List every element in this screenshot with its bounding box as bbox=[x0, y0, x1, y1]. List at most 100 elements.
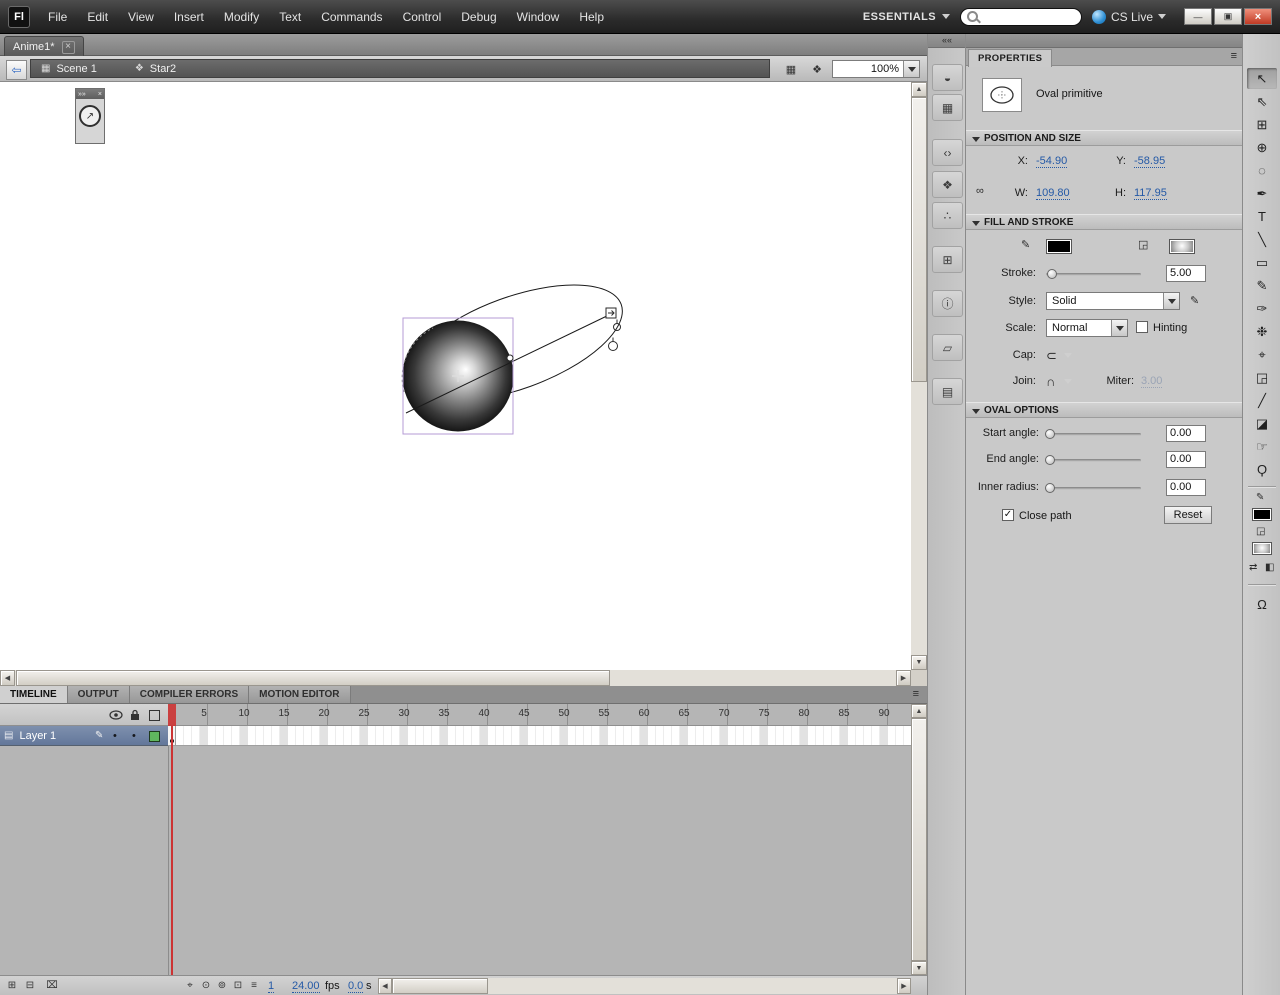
timeline-horizontal-scrollbar[interactable]: ◀ ▶ bbox=[378, 978, 911, 994]
menu-help[interactable]: Help bbox=[569, 0, 614, 34]
chevron-down-icon[interactable] bbox=[1064, 379, 1072, 384]
edit-scene-button[interactable]: ▦ bbox=[780, 60, 802, 78]
stroke-color-swatch[interactable] bbox=[1046, 239, 1072, 254]
menu-debug[interactable]: Debug bbox=[451, 0, 506, 34]
end-angle-slider[interactable] bbox=[1045, 455, 1141, 465]
panel-collapse-icon[interactable]: »» bbox=[78, 91, 86, 98]
restore-button[interactable]: ▣ bbox=[1214, 8, 1242, 25]
playhead-marker[interactable] bbox=[168, 704, 176, 726]
bone-tool[interactable]: ⌖ bbox=[1247, 344, 1277, 365]
deco-tool[interactable]: ❉ bbox=[1247, 321, 1277, 342]
back-button[interactable]: ⇦ bbox=[6, 60, 27, 80]
outline-icon[interactable] bbox=[149, 710, 160, 721]
style-dropdown[interactable]: Solid bbox=[1046, 292, 1180, 310]
panel-menu-icon[interactable]: ≡ bbox=[905, 686, 927, 703]
stage-horizontal-scrollbar[interactable]: ◀ ▶ bbox=[0, 670, 911, 686]
onion-skin-icon[interactable]: ⊙ bbox=[198, 978, 214, 993]
section-fill-stroke[interactable]: FILL AND STROKE bbox=[966, 214, 1243, 230]
edit-multiple-frames-icon[interactable]: ⊡ bbox=[230, 978, 246, 993]
cs-live-button[interactable]: CS Live bbox=[1091, 9, 1166, 24]
motion-presets-panel-icon[interactable]: ∴ bbox=[932, 202, 963, 229]
scrollbar-thumb[interactable] bbox=[911, 97, 927, 382]
tab-timeline[interactable]: TIMELINE bbox=[0, 686, 68, 703]
swatches-panel-icon[interactable]: ▦ bbox=[932, 94, 963, 121]
transform-panel-icon[interactable]: ▱ bbox=[932, 334, 963, 361]
end-angle-field[interactable]: 0.00 bbox=[1166, 451, 1206, 468]
rectangle-tool[interactable]: ▭ bbox=[1247, 252, 1277, 273]
scroll-left-icon[interactable]: ◀ bbox=[378, 978, 392, 994]
black-and-white-icon[interactable]: ◧ bbox=[1265, 562, 1274, 573]
pencil-tool[interactable]: ✎ bbox=[1247, 275, 1277, 296]
workspace-switcher[interactable]: ESSENTIALS bbox=[863, 11, 950, 23]
section-position-size[interactable]: POSITION AND SIZE bbox=[966, 130, 1243, 146]
scrollbar-thumb[interactable] bbox=[392, 978, 488, 994]
current-frame-value[interactable]: 1 bbox=[268, 980, 275, 993]
lock-icon[interactable] bbox=[130, 709, 140, 721]
selection-tool[interactable]: ↖ bbox=[1247, 68, 1277, 89]
eraser-tool[interactable]: ◪ bbox=[1247, 413, 1277, 434]
new-layer-icon[interactable]: ⊞ bbox=[4, 978, 20, 993]
free-transform-tool[interactable]: ⊞ bbox=[1247, 114, 1277, 135]
fill-color-swatch[interactable] bbox=[1169, 239, 1195, 254]
align-panel-icon[interactable]: ⊞ bbox=[932, 246, 963, 273]
stage-canvas[interactable]: »» × ↗ bbox=[0, 82, 911, 670]
stage-vertical-scrollbar[interactable]: ▲ ▼ bbox=[911, 82, 927, 670]
layer-name[interactable]: Layer 1 bbox=[19, 730, 56, 742]
scroll-right-icon[interactable]: ▶ bbox=[897, 978, 911, 994]
menu-modify[interactable]: Modify bbox=[214, 0, 269, 34]
menu-file[interactable]: File bbox=[38, 0, 77, 34]
tab-properties[interactable]: PROPERTIES bbox=[968, 49, 1053, 67]
close-icon[interactable]: × bbox=[98, 91, 102, 98]
menu-insert[interactable]: Insert bbox=[164, 0, 214, 34]
launch-arrow-icon[interactable]: ↗ bbox=[79, 105, 101, 127]
layer-lock-dot[interactable]: • bbox=[132, 730, 136, 742]
close-button[interactable]: × bbox=[1244, 8, 1272, 25]
zoom-dropdown[interactable]: 100% bbox=[832, 60, 920, 78]
menu-control[interactable]: Control bbox=[393, 0, 452, 34]
color-panel-icon[interactable]: ◒ bbox=[932, 64, 963, 91]
onion-skin-outlines-icon[interactable]: ⊚ bbox=[214, 978, 230, 993]
menu-window[interactable]: Window bbox=[507, 0, 570, 34]
layer-frame-track[interactable] bbox=[168, 726, 911, 746]
text-tool[interactable]: T bbox=[1247, 206, 1277, 227]
scroll-up-icon[interactable]: ▲ bbox=[911, 82, 927, 97]
menu-text[interactable]: Text bbox=[269, 0, 311, 34]
tab-output[interactable]: OUTPUT bbox=[67, 686, 130, 703]
inner-radius-field[interactable]: 0.00 bbox=[1166, 479, 1206, 496]
timeline-vertical-scrollbar[interactable]: ▲ ▼ bbox=[911, 704, 927, 975]
components-panel-icon[interactable]: ❖ bbox=[932, 171, 963, 198]
floating-panel[interactable]: »» × ↗ bbox=[75, 88, 105, 144]
slider-knob[interactable] bbox=[1045, 483, 1055, 493]
scroll-up-icon[interactable]: ▲ bbox=[911, 704, 927, 718]
close-path-checkbox[interactable]: ✓ bbox=[1002, 509, 1014, 521]
x-value[interactable]: -54.90 bbox=[1036, 155, 1068, 168]
section-oval-options[interactable]: OVAL OPTIONS bbox=[966, 402, 1243, 418]
modify-markers-icon[interactable]: ≡ bbox=[246, 978, 262, 993]
center-frame-icon[interactable]: ⌖ bbox=[182, 978, 198, 993]
pen-tool[interactable]: ✒ bbox=[1247, 183, 1277, 204]
link-dimensions-icon[interactable]: ∞ bbox=[976, 185, 984, 197]
tool-stroke-color-swatch[interactable] bbox=[1252, 508, 1272, 521]
scrollbar-thumb[interactable] bbox=[911, 718, 927, 961]
3d-rotation-tool[interactable]: ⊕ bbox=[1247, 137, 1277, 158]
menu-edit[interactable]: Edit bbox=[77, 0, 118, 34]
stroke-value-field[interactable]: 5.00 bbox=[1166, 265, 1206, 282]
h-value[interactable]: 117.95 bbox=[1134, 187, 1167, 200]
breadcrumb-symbol[interactable]: Star2 bbox=[150, 63, 176, 75]
edit-symbol-button[interactable]: ❖ bbox=[806, 60, 828, 78]
reset-button[interactable]: Reset bbox=[1164, 506, 1212, 524]
scroll-left-icon[interactable]: ◀ bbox=[0, 670, 15, 686]
y-value[interactable]: -58.95 bbox=[1134, 155, 1166, 168]
tool-fill-color-swatch[interactable] bbox=[1252, 542, 1272, 555]
start-angle-field[interactable]: 0.00 bbox=[1166, 425, 1206, 442]
scroll-down-icon[interactable]: ▼ bbox=[911, 961, 927, 975]
lasso-tool[interactable]: ◌ bbox=[1247, 160, 1277, 181]
scroll-right-icon[interactable]: ▶ bbox=[896, 670, 911, 686]
layer-outline-color-swatch[interactable] bbox=[149, 731, 160, 742]
scale-dropdown[interactable]: Normal bbox=[1046, 319, 1128, 337]
scrollbar-thumb[interactable] bbox=[16, 670, 610, 686]
brush-tool[interactable]: ✑ bbox=[1247, 298, 1277, 319]
slider-knob[interactable] bbox=[1045, 429, 1055, 439]
layer-visible-dot[interactable]: • bbox=[113, 730, 117, 742]
menu-view[interactable]: View bbox=[118, 0, 164, 34]
